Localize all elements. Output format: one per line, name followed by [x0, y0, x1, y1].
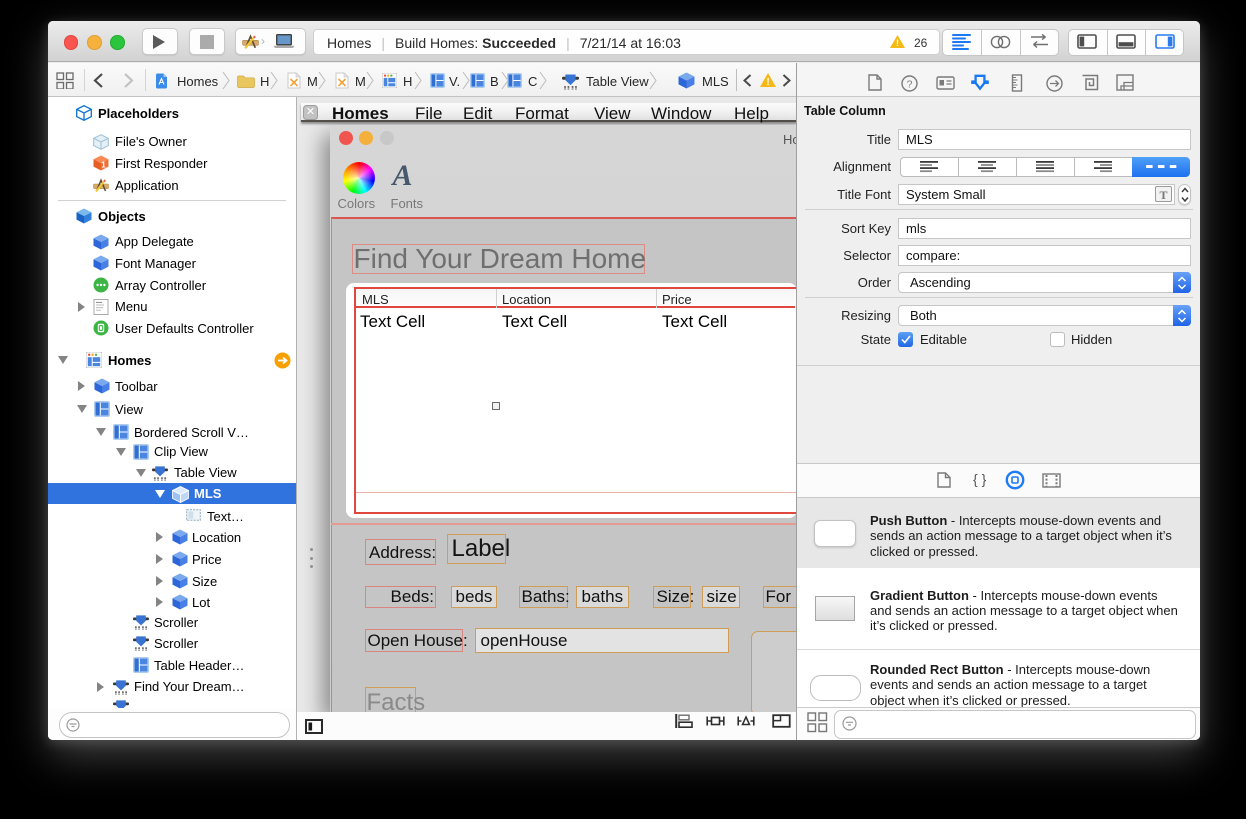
svg-text:!: ! [766, 77, 769, 87]
svg-text:T: T [1159, 188, 1167, 201]
svg-text:!: ! [896, 38, 899, 48]
svg-text:?: ? [907, 78, 913, 90]
svg-text:1: 1 [101, 161, 106, 170]
